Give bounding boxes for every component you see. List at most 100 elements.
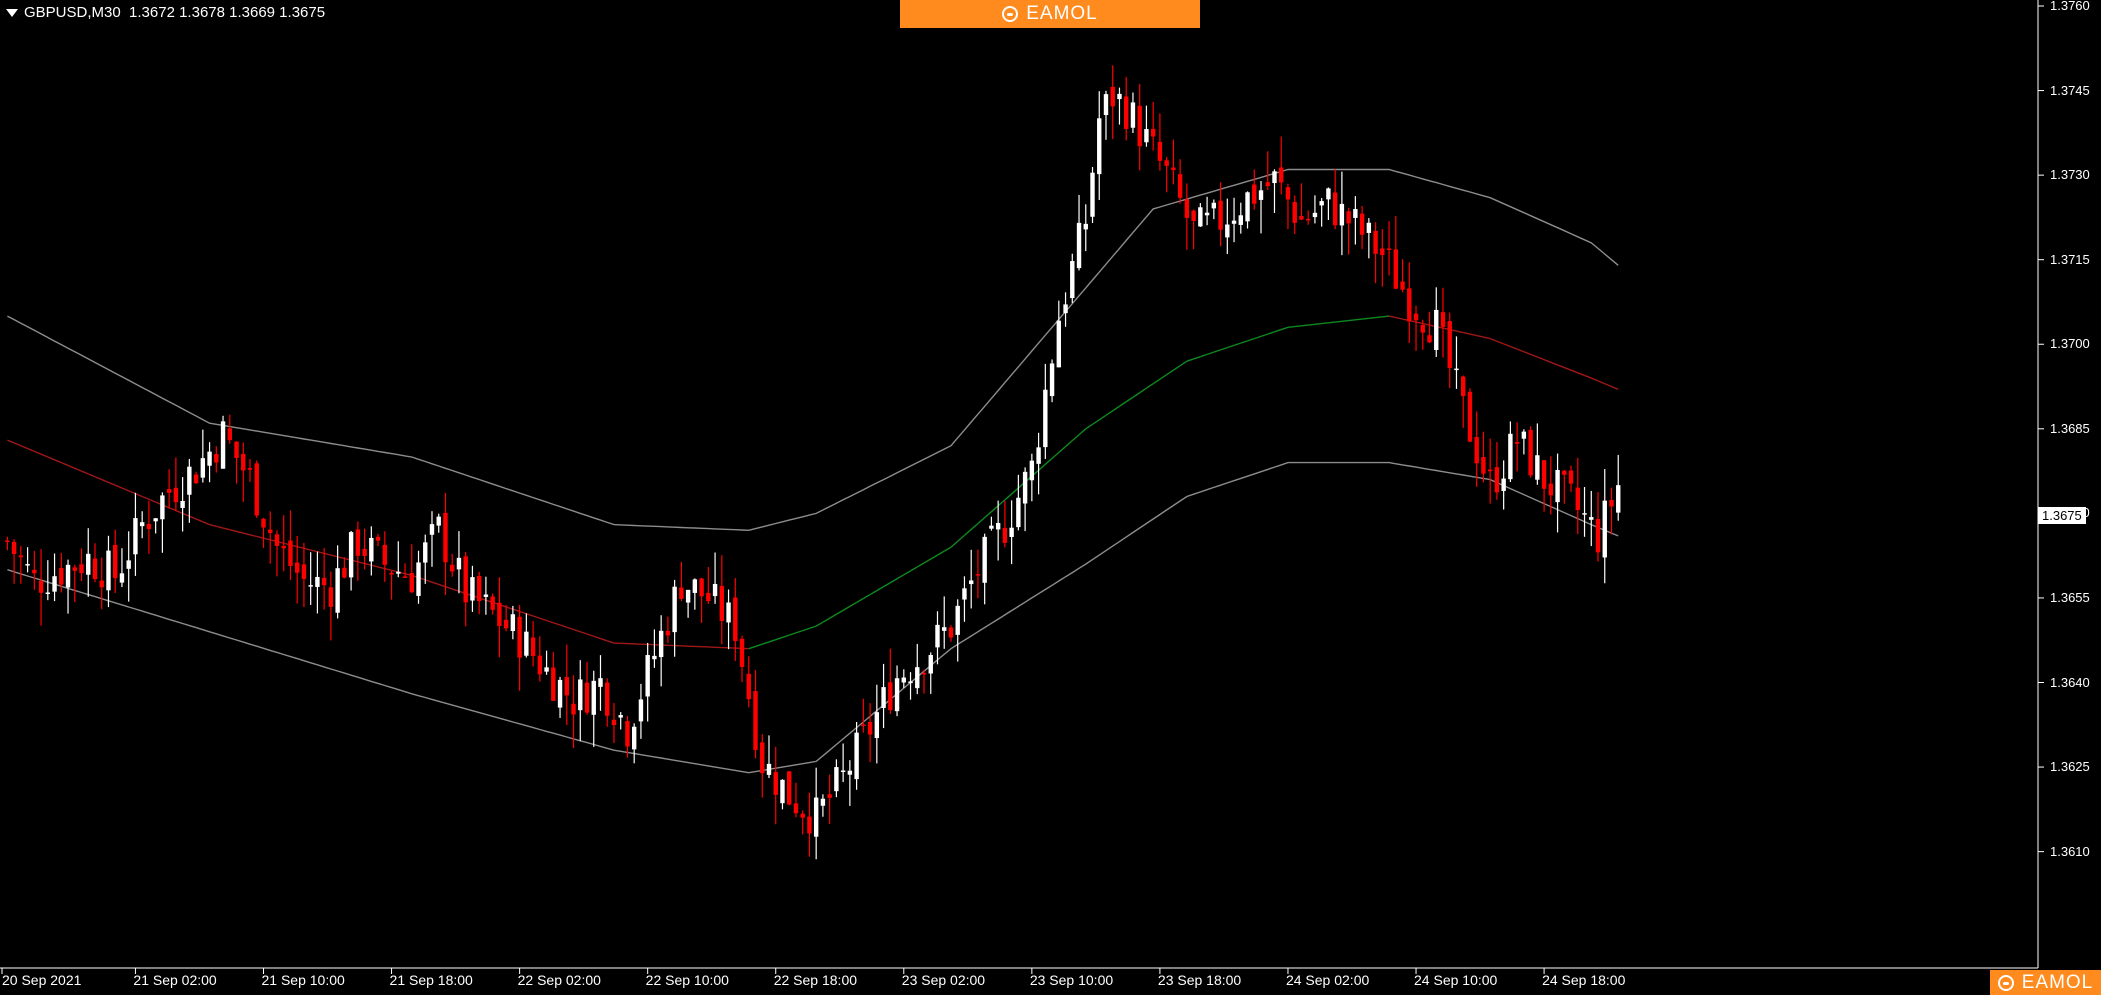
candle-body [1548,483,1554,496]
candle-body [1117,93,1122,100]
time-tick-label: 23 Sep 10:00 [1029,972,1114,988]
candle-body [1562,470,1567,475]
time-tick-label: 22 Sep 18:00 [773,972,858,988]
candle-body [760,742,765,774]
candle-body [989,525,994,529]
candle-body [780,779,785,804]
candle-body [537,655,543,675]
candle-body [598,678,603,687]
price-tick-label: 1.3655 [2050,589,2090,605]
candle [787,770,792,806]
candle-body [645,655,650,697]
dropdown-triangle-icon[interactable] [6,9,18,18]
symbol-info[interactable]: GBPUSD,M30 1.3672 1.3678 1.3669 1.3675 [6,4,325,21]
candle-body [1602,500,1607,558]
candle-body [995,523,1001,530]
candle-body [382,544,388,565]
time-tick-label: 21 Sep 02:00 [133,972,217,988]
candle-body [247,468,253,470]
candle-body [605,682,610,716]
time-tick-label: 20 Sep 2021 [2,972,82,988]
band-middle-segment [1355,318,1363,321]
candle-body [766,763,772,775]
candle-body [611,719,617,726]
candle-body [1022,471,1028,504]
candle-body [894,678,900,712]
candle-body [1070,261,1075,299]
candle-body [955,605,960,635]
candle-body [25,564,30,566]
candle-body [631,726,637,750]
candle [220,415,226,469]
candle-body [1076,222,1082,269]
candle-body [180,500,185,508]
candle-body [38,580,44,593]
time-tick-label: 24 Sep 02:00 [1285,972,1370,988]
brand-corner-name: EAMOL [2021,971,2094,993]
candle-body [928,655,933,674]
candle-body [800,813,805,818]
candle-body [712,583,718,597]
candle-body [1063,304,1068,314]
candle-body [1386,248,1392,250]
candle-body [113,544,118,579]
candle-body [456,557,462,570]
candle-body [1420,324,1425,333]
candle-body [1487,469,1493,472]
candle-body [1339,203,1345,226]
candle-body [578,679,583,711]
band-middle-segment [1341,319,1349,323]
candle-body [463,556,468,603]
candle-body [1366,222,1372,233]
candle-body [234,441,239,458]
candle-body [564,677,569,696]
candle-body [126,560,131,569]
candle-body [888,682,893,711]
candle-body [1413,313,1419,321]
candle-body [820,798,826,806]
candle-body [915,667,920,689]
band-middle-segment [1328,321,1336,324]
candle-body [1272,171,1277,184]
candle-body [625,721,630,747]
candle-body [665,630,671,636]
candle-body [1056,320,1062,368]
candle-body [1447,321,1452,368]
candle-body [1097,118,1102,175]
candle-body [618,715,623,718]
band-middle-segment [1382,315,1390,318]
candle-body [571,703,576,715]
candle-body [517,616,522,658]
candle-body [335,568,340,613]
band-middle-segment [1362,317,1369,320]
candle-body [1555,469,1560,503]
time-tick-label: 24 Sep 10:00 [1414,972,1498,988]
candle-body [79,564,84,574]
candle-body [1258,190,1264,200]
candlestick-chart[interactable] [0,0,2101,995]
candle-body [942,627,947,631]
candle-body [1535,455,1540,480]
candle-body [1299,215,1304,220]
candle-body [1252,184,1257,204]
candle-body [348,532,354,578]
time-tick-label: 23 Sep 18:00 [1157,972,1242,988]
candle-body [948,627,954,638]
candle-body [32,569,37,574]
candle-body [1191,210,1196,221]
candle-body [706,592,711,602]
candle-body [699,578,704,597]
candle-body [962,588,967,600]
candle-body [423,542,428,563]
time-tick-label: 22 Sep 02:00 [517,972,601,988]
candle-body [1474,437,1479,464]
candle-body [1568,470,1574,484]
candle-body [1211,202,1217,209]
price-tick-label: 1.3685 [2050,420,2090,436]
candle-body [1494,467,1500,493]
time-tick-label: 23 Sep 02:00 [901,972,986,988]
candle-body [1231,220,1237,224]
candle-body [133,518,138,555]
candle-body [1461,376,1466,397]
time-tick-label: 24 Sep 18:00 [1542,972,1626,988]
